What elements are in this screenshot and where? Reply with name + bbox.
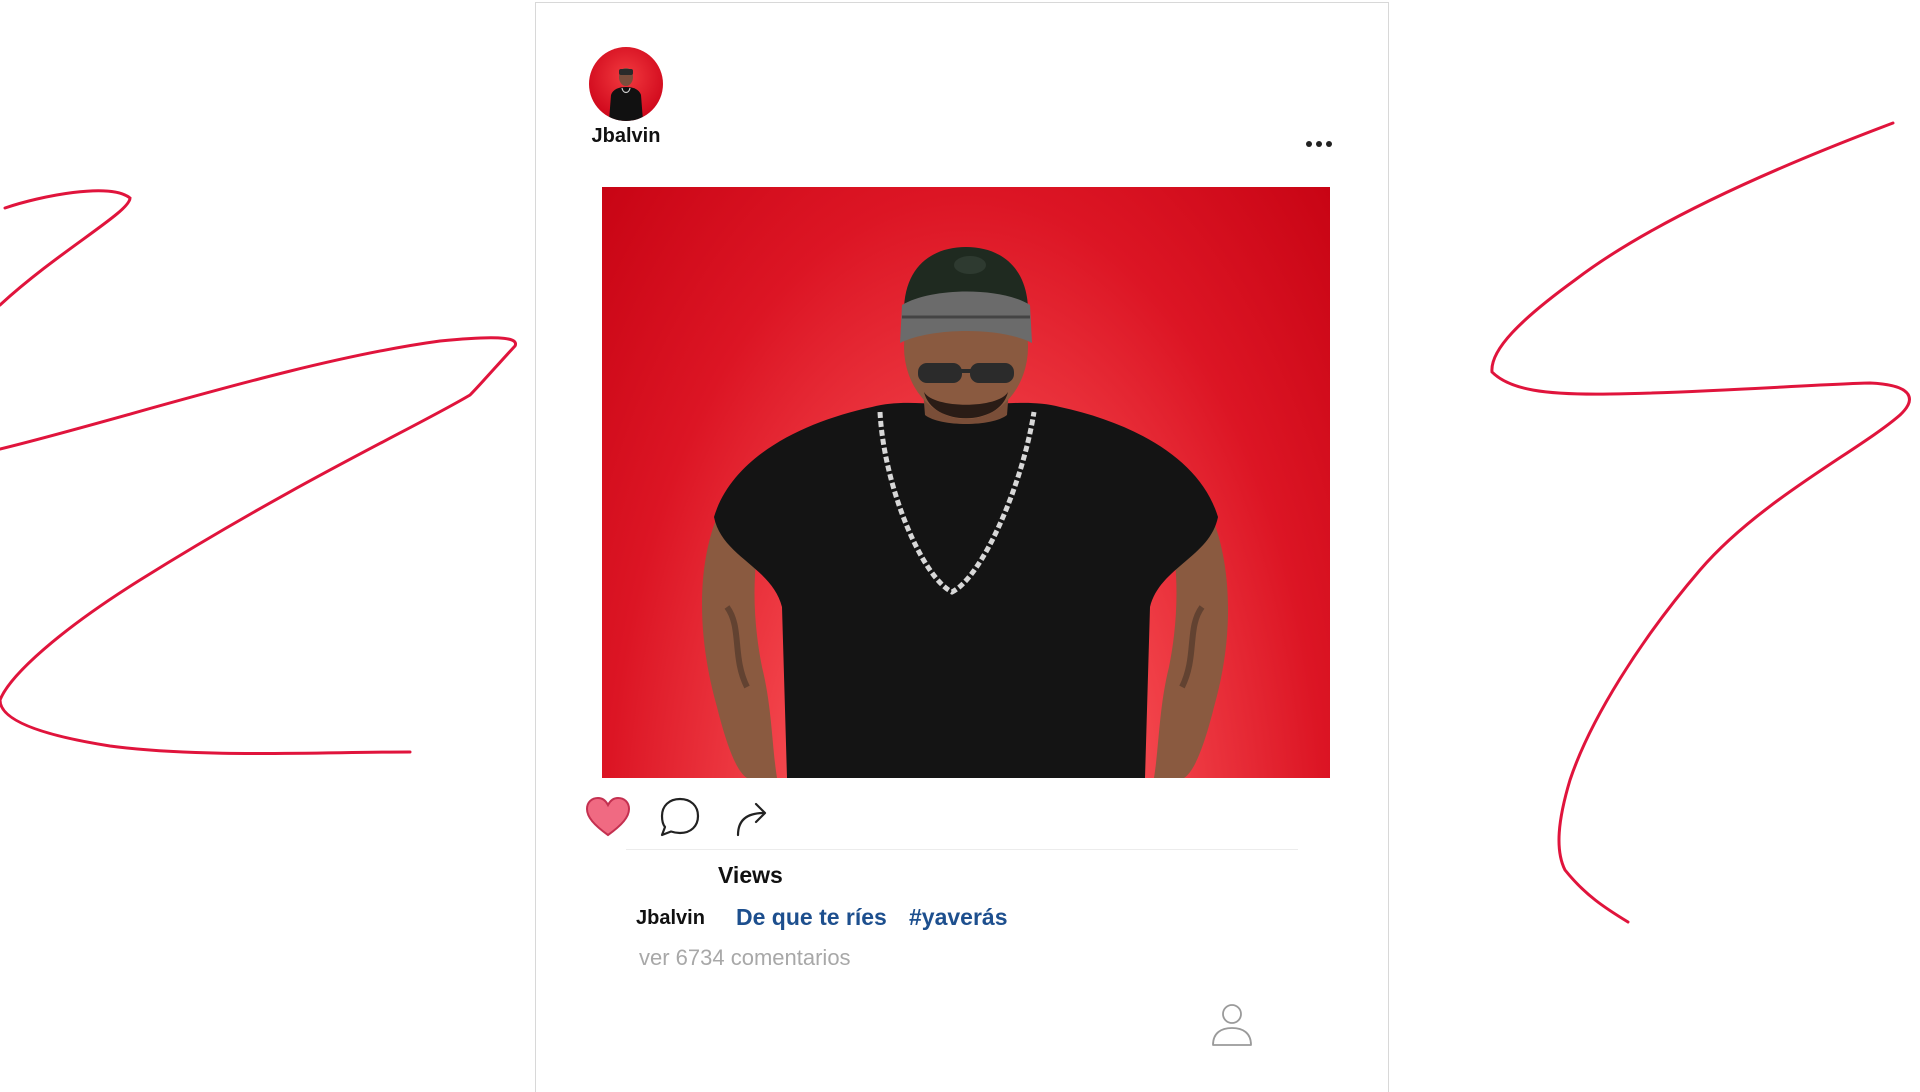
hashtag-link[interactable]: #yaverás (909, 904, 1008, 931)
comment-bubble-icon[interactable] (656, 795, 704, 839)
post-actions-bar (584, 795, 784, 839)
left-scribble-line (0, 189, 517, 755)
views-label: Views (718, 862, 783, 888)
more-options-icon[interactable] (1301, 133, 1337, 155)
caption-text: De que te ríes (736, 904, 887, 930)
view-comments-link[interactable]: ver 6734 comentarios (639, 945, 851, 971)
divider (626, 849, 1298, 850)
right-scribble-line (1490, 121, 1911, 924)
avatar-figure-icon (609, 68, 643, 121)
caption-username[interactable]: Jbalvin (636, 907, 705, 930)
heart-icon[interactable] (584, 795, 632, 839)
avatar[interactable] (589, 47, 663, 121)
post-username[interactable]: Jbalvin (574, 125, 678, 148)
post-image[interactable] (602, 187, 1330, 778)
instagram-post-card: Jbalvin Views Jbalvin De que te ríes #ya… (535, 2, 1389, 1092)
post-photo-person (702, 247, 1229, 778)
user-profile-icon[interactable] (1209, 1001, 1255, 1047)
share-arrow-icon[interactable] (728, 795, 776, 839)
